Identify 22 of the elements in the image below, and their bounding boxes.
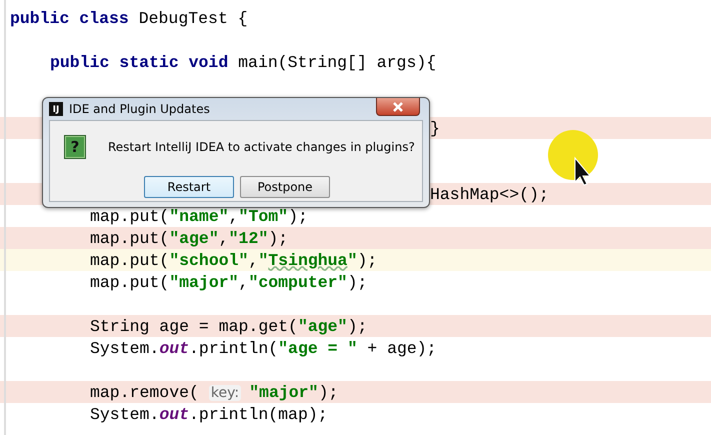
close-icon [392, 102, 404, 112]
pointer-icon [574, 156, 592, 186]
cursor-highlight [548, 130, 598, 180]
default-button[interactable]: Restart [144, 176, 234, 198]
dialog-title: IDE and Plugin Updates [69, 102, 210, 116]
dialog-message: Restart IntelliJ IDEA to activate changes in plugins? [108, 140, 415, 154]
code-line-with-hint: map.remove( key: "major"); [90, 382, 338, 402]
question-icon: ? [64, 135, 86, 159]
code-line: map.put("age","12"); [90, 228, 288, 248]
code-line: map.put("major","computer"); [90, 272, 368, 292]
code-line: String age = map.get("age"); [90, 316, 368, 336]
app-logo: IJ [49, 102, 63, 116]
dialog-button[interactable]: Postpone [240, 176, 330, 198]
code-line: System.out.println("age = " + age); [90, 338, 437, 358]
code-line: HashMap<>(); [430, 184, 549, 204]
code-line: public class DebugTest { [10, 8, 248, 28]
code-line: map.put("school","Tsinghua"); [90, 250, 378, 270]
code-line: public static void main(String[] args){ [50, 52, 436, 72]
close-button[interactable] [376, 98, 420, 116]
code-line: map.put("name","Tom"); [90, 206, 308, 226]
code-line: System.out.println(map); [90, 404, 328, 424]
code-line: } [430, 118, 440, 138]
